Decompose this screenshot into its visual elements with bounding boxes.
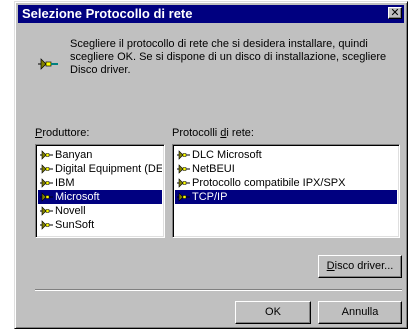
network-component-icon: [177, 178, 190, 188]
list-item-label: Novell: [55, 205, 86, 217]
protocol-listbox[interactable]: DLC Microsoft NetBEUI Protocollo compatibi…: [172, 144, 400, 238]
network-component-icon: [177, 164, 190, 174]
instructions-text: Scegliere il protocollo di rete che si d…: [70, 38, 387, 76]
list-item[interactable]: Novell: [38, 204, 162, 218]
close-button[interactable]: ✕: [388, 7, 402, 19]
list-item-label: Digital Equipment (DEC): [55, 163, 162, 175]
list-item[interactable]: DLC Microsoft: [175, 148, 397, 162]
list-item[interactable]: TCP/IP: [175, 190, 397, 204]
list-item[interactable]: Banyan: [38, 148, 162, 162]
list-item-label: TCP/IP: [192, 191, 228, 203]
list-item[interactable]: Microsoft: [38, 190, 162, 204]
close-icon: ✕: [390, 6, 400, 19]
list-item[interactable]: SunSoft: [38, 218, 162, 232]
network-component-icon: [177, 192, 190, 202]
ok-button[interactable]: OK: [235, 301, 311, 324]
list-item[interactable]: Digital Equipment (DEC): [38, 162, 162, 176]
network-component-icon: [40, 206, 53, 216]
network-component-icon: [40, 192, 53, 202]
network-component-icon: [177, 150, 190, 160]
title-bar[interactable]: Selezione Protocollo di rete ✕: [18, 5, 404, 23]
network-component-icon: [40, 150, 53, 160]
list-item[interactable]: IBM: [38, 176, 162, 190]
have-disk-button[interactable]: Disco driver...: [318, 255, 402, 278]
list-item[interactable]: NetBEUI: [175, 162, 397, 176]
network-component-icon: [40, 164, 53, 174]
list-item-label: Protocollo compatibile IPX/SPX: [192, 177, 346, 189]
list-item[interactable]: Protocollo compatibile IPX/SPX: [175, 176, 397, 190]
network-cable-icon: [38, 58, 58, 70]
cancel-button[interactable]: Annulla: [318, 301, 402, 324]
manufacturer-label: Produttore:: [35, 127, 90, 139]
list-item-label: IBM: [55, 177, 75, 189]
list-item-label: Microsoft: [55, 191, 100, 203]
manufacturer-listbox[interactable]: Banyan Digital Equipment (DEC) IBM Microsof…: [35, 144, 165, 238]
separator: [35, 289, 402, 291]
network-component-icon: [40, 178, 53, 188]
window-title: Selezione Protocollo di rete: [22, 6, 193, 21]
list-item-label: NetBEUI: [192, 163, 235, 175]
list-item-label: Banyan: [55, 149, 93, 161]
dialog-window: Selezione Protocollo di rete ✕ Scegliere…: [14, 1, 408, 329]
network-component-icon: [40, 220, 53, 230]
protocols-label: Protocolli di rete:: [172, 127, 254, 139]
list-item-label: SunSoft: [55, 219, 95, 231]
list-item-label: DLC Microsoft: [192, 149, 262, 161]
